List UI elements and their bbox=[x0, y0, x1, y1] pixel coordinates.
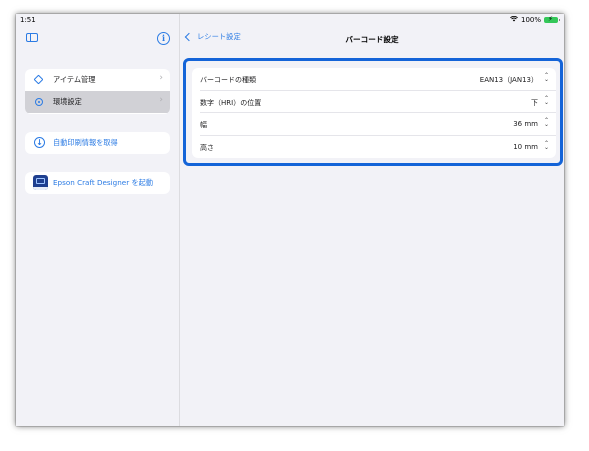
chevron-up-down-icon: ⌃ ⌄ bbox=[543, 117, 549, 128]
chevron-up-down-icon: ⌃ ⌄ bbox=[543, 94, 549, 106]
status-time: 1:51 bbox=[20, 16, 36, 24]
setting-row-hri-position[interactable]: 数字（HRI）の位置 下 ⌃ ⌄ bbox=[192, 91, 556, 113]
battery-icon: ⚡ bbox=[544, 15, 560, 23]
chevron-right-icon: › bbox=[159, 73, 163, 83]
menu-group: アイテム管理 › 環境設定 › bbox=[25, 69, 170, 114]
setting-label: 高さ bbox=[200, 143, 214, 152]
navigation-bar: レシート設定 バーコード設定 bbox=[180, 26, 564, 52]
craft-designer-label: Epson Craft Designer を起動 bbox=[53, 178, 154, 187]
sidebar-item-label: アイテム管理 bbox=[53, 75, 96, 84]
setting-row-barcode-type[interactable]: バーコードの種類 EAN13（JAN13） ⌃ ⌄ bbox=[192, 68, 556, 91]
page-title: バーコード設定 bbox=[345, 35, 399, 44]
setting-value: 36 mm bbox=[513, 120, 538, 128]
status-right: 100% ⚡ bbox=[510, 15, 560, 24]
gear-icon bbox=[34, 97, 44, 107]
setting-row-width[interactable]: 幅 36 mm ⌃ ⌄ bbox=[192, 113, 556, 136]
chevron-up-down-icon: ⌃ ⌄ bbox=[543, 72, 549, 83]
auto-print-label: 自動印刷情報を取得 bbox=[53, 138, 118, 147]
sidebar: i アイテム管理 › 環境設定 › ↓ 自動印刷情報を取得 Epson Craf… bbox=[16, 14, 180, 426]
status-bar: 1:51 100% ⚡ bbox=[16, 14, 564, 26]
wifi-icon bbox=[510, 15, 518, 24]
sidebar-item-preferences[interactable]: 環境設定 › bbox=[25, 91, 170, 113]
setting-value: EAN13（JAN13） bbox=[479, 76, 538, 84]
ipad-screen: 1:51 100% ⚡ i アイテム管理 › 環境設定 › ↓ 自動印刷情報を取… bbox=[16, 14, 564, 426]
tag-icon bbox=[33, 74, 44, 85]
main-panel: レシート設定 バーコード設定 バーコードの種類 EAN13（JAN13） ⌃ ⌄ … bbox=[180, 14, 564, 426]
download-icon: ↓ bbox=[34, 137, 45, 148]
setting-row-height[interactable]: 高さ 10 mm ⌃ ⌄ bbox=[192, 136, 556, 159]
battery-percent: 100% bbox=[520, 16, 541, 24]
sidebar-item-item-management[interactable]: アイテム管理 › bbox=[25, 69, 170, 92]
chevron-right-icon: › bbox=[159, 95, 163, 105]
setting-label: 幅 bbox=[200, 121, 207, 129]
setting-label: 数字（HRI）の位置 bbox=[200, 98, 262, 107]
setting-value: 下 bbox=[531, 98, 538, 107]
info-icon[interactable]: i bbox=[157, 32, 170, 45]
setting-value: 10 mm bbox=[513, 142, 538, 151]
app-icon bbox=[33, 175, 48, 190]
sidebar-icon[interactable] bbox=[26, 33, 38, 42]
auto-print-button[interactable]: ↓ 自動印刷情報を取得 bbox=[25, 132, 170, 154]
sidebar-item-label: 環境設定 bbox=[53, 97, 82, 106]
chevron-up-down-icon: ⌃ ⌄ bbox=[543, 139, 549, 151]
craft-designer-button[interactable]: Epson Craft Designer を起動 bbox=[25, 172, 170, 194]
setting-label: バーコードの種類 bbox=[200, 76, 256, 84]
barcode-settings-list: バーコードの種類 EAN13（JAN13） ⌃ ⌄ 数字（HRI）の位置 下 ⌃ ⌄… bbox=[192, 68, 556, 158]
